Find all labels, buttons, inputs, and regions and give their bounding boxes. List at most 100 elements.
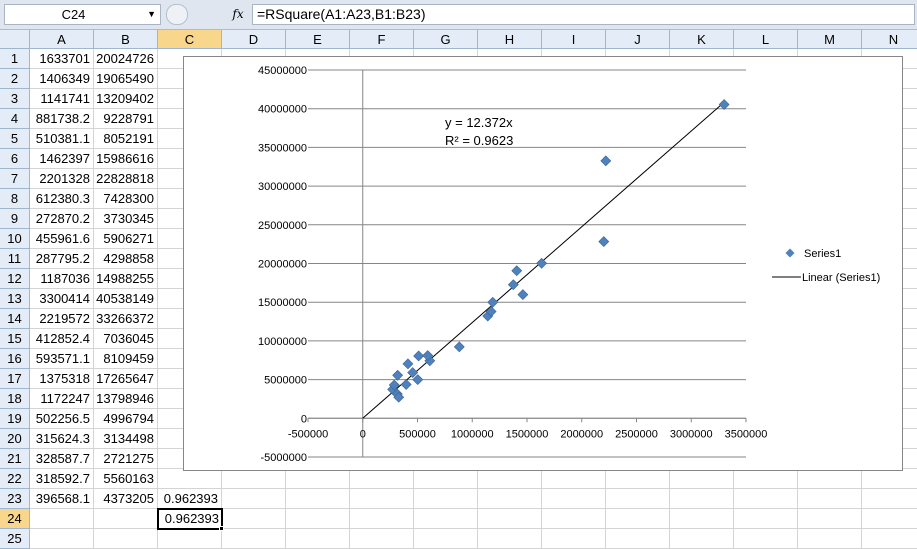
cell-a10[interactable]: 455961.6	[30, 229, 94, 249]
row-header-8[interactable]: 8	[0, 189, 30, 209]
cell-a24[interactable]	[30, 509, 94, 529]
row-header-13[interactable]: 13	[0, 289, 30, 309]
formula-cancel-button[interactable]	[166, 4, 188, 25]
row-header-12[interactable]: 12	[0, 269, 30, 289]
row-header-7[interactable]: 7	[0, 169, 30, 189]
cell-j23[interactable]	[606, 489, 670, 509]
cell-i24[interactable]	[542, 509, 606, 529]
column-header-e[interactable]: E	[286, 30, 350, 49]
row-header-10[interactable]: 10	[0, 229, 30, 249]
cell-h23[interactable]	[478, 489, 542, 509]
cell-b14[interactable]: 33266372	[94, 309, 158, 329]
cell-b16[interactable]: 8109459	[94, 349, 158, 369]
cell-b22[interactable]: 5560163	[94, 469, 158, 489]
cell-d24[interactable]	[222, 509, 286, 529]
cell-b21[interactable]: 2721275	[94, 449, 158, 469]
cell-a7[interactable]: 2201328	[30, 169, 94, 189]
column-header-d[interactable]: D	[222, 30, 286, 49]
cell-c23[interactable]: 0.962393	[158, 489, 222, 509]
cell-i23[interactable]	[542, 489, 606, 509]
row-header-9[interactable]: 9	[0, 209, 30, 229]
formula-input[interactable]: =RSquare(A1:A23,B1:B23)	[252, 4, 915, 25]
cell-a12[interactable]: 1187036	[30, 269, 94, 289]
cell-b8[interactable]: 7428300	[94, 189, 158, 209]
row-header-22[interactable]: 22	[0, 469, 30, 489]
cell-k25[interactable]	[670, 529, 734, 549]
cell-a6[interactable]: 1462397	[30, 149, 94, 169]
cell-l24[interactable]	[734, 509, 798, 529]
cell-a15[interactable]: 412852.4	[30, 329, 94, 349]
cell-b20[interactable]: 3134498	[94, 429, 158, 449]
row-header-4[interactable]: 4	[0, 109, 30, 129]
cell-a16[interactable]: 593571.1	[30, 349, 94, 369]
cell-b4[interactable]: 9228791	[94, 109, 158, 129]
cell-d25[interactable]	[222, 529, 286, 549]
chevron-down-icon[interactable]: ▼	[147, 5, 156, 24]
cell-a22[interactable]: 318592.7	[30, 469, 94, 489]
cell-h24[interactable]	[478, 509, 542, 529]
cell-n23[interactable]	[862, 489, 917, 509]
row-header-17[interactable]: 17	[0, 369, 30, 389]
cell-a11[interactable]: 287795.2	[30, 249, 94, 269]
cell-m25[interactable]	[798, 529, 862, 549]
row-header-24[interactable]: 24	[0, 509, 30, 529]
cell-b19[interactable]: 4996794	[94, 409, 158, 429]
column-header-k[interactable]: K	[670, 30, 734, 49]
cell-c25[interactable]	[158, 529, 222, 549]
column-header-b[interactable]: B	[94, 30, 158, 49]
cell-a23[interactable]: 396568.1	[30, 489, 94, 509]
row-header-20[interactable]: 20	[0, 429, 30, 449]
cell-g23[interactable]	[414, 489, 478, 509]
column-header-a[interactable]: A	[30, 30, 94, 49]
column-header-c[interactable]: C	[158, 30, 222, 49]
cell-b11[interactable]: 4298858	[94, 249, 158, 269]
cell-a4[interactable]: 881738.2	[30, 109, 94, 129]
column-header-g[interactable]: G	[414, 30, 478, 49]
cell-a13[interactable]: 3300414	[30, 289, 94, 309]
cell-f24[interactable]	[350, 509, 414, 529]
cell-b12[interactable]: 14988255	[94, 269, 158, 289]
cell-n24[interactable]	[862, 509, 917, 529]
row-header-1[interactable]: 1	[0, 49, 30, 69]
scatter-chart[interactable]: -5000000 0 5000000 10000000 15000000 20000000…	[183, 56, 903, 471]
cell-d23[interactable]	[222, 489, 286, 509]
cell-f25[interactable]	[350, 529, 414, 549]
fill-handle[interactable]	[219, 526, 224, 531]
cell-b18[interactable]: 13798946	[94, 389, 158, 409]
cell-b15[interactable]: 7036045	[94, 329, 158, 349]
cell-b7[interactable]: 22828818	[94, 169, 158, 189]
cell-a25[interactable]	[30, 529, 94, 549]
cell-a14[interactable]: 2219572	[30, 309, 94, 329]
cell-l25[interactable]	[734, 529, 798, 549]
column-header-f[interactable]: F	[350, 30, 414, 49]
cell-a3[interactable]: 1141741	[30, 89, 94, 109]
cell-b5[interactable]: 8052191	[94, 129, 158, 149]
cell-m24[interactable]	[798, 509, 862, 529]
column-header-m[interactable]: M	[798, 30, 862, 49]
row-header-16[interactable]: 16	[0, 349, 30, 369]
column-header-l[interactable]: L	[734, 30, 798, 49]
cell-e25[interactable]	[286, 529, 350, 549]
row-header-23[interactable]: 23	[0, 489, 30, 509]
row-header-3[interactable]: 3	[0, 89, 30, 109]
cell-b13[interactable]: 40538149	[94, 289, 158, 309]
cell-b10[interactable]: 5906271	[94, 229, 158, 249]
cell-l23[interactable]	[734, 489, 798, 509]
cell-a1[interactable]: 1633701	[30, 49, 94, 69]
row-header-2[interactable]: 2	[0, 69, 30, 89]
cell-f23[interactable]	[350, 489, 414, 509]
cell-a18[interactable]: 1172247	[30, 389, 94, 409]
select-all-corner[interactable]	[0, 30, 30, 49]
cell-h25[interactable]	[478, 529, 542, 549]
row-header-14[interactable]: 14	[0, 309, 30, 329]
name-box[interactable]: C24 ▼	[4, 4, 161, 25]
cell-a8[interactable]: 612380.3	[30, 189, 94, 209]
cell-b17[interactable]: 17265647	[94, 369, 158, 389]
cell-k24[interactable]	[670, 509, 734, 529]
row-header-11[interactable]: 11	[0, 249, 30, 269]
column-header-h[interactable]: H	[478, 30, 542, 49]
cell-b6[interactable]: 15986616	[94, 149, 158, 169]
row-header-18[interactable]: 18	[0, 389, 30, 409]
cell-b3[interactable]: 13209402	[94, 89, 158, 109]
cell-i25[interactable]	[542, 529, 606, 549]
